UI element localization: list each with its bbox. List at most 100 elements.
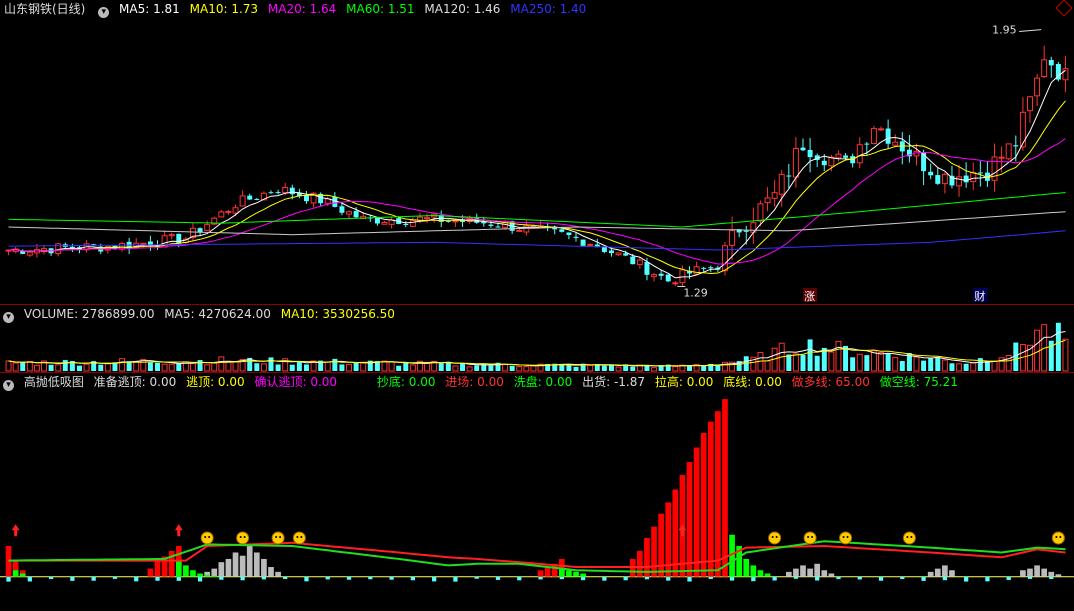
green-bar <box>750 565 757 577</box>
face-icon <box>803 531 817 545</box>
cyan-tick <box>517 576 522 581</box>
green-bar <box>757 570 764 577</box>
candle-body <box>928 171 934 176</box>
volume-bar <box>956 363 963 372</box>
candle-body <box>275 192 281 194</box>
ind-label-9: 底线: 0.00 <box>723 375 782 389</box>
volume-bar <box>33 364 40 372</box>
volume-bar <box>935 357 941 371</box>
negative-bar <box>821 570 828 577</box>
cyan-tick <box>432 576 437 582</box>
volume-legend: ▾ VOLUME: 2786899.00 MA5: 4270624.00 MA1… <box>0 305 401 323</box>
ind-label-2: 逃顶: 0.00 <box>186 375 245 389</box>
candle-body <box>864 143 870 145</box>
candle-body <box>636 259 643 266</box>
candle-body <box>941 173 948 185</box>
cyan-tick <box>538 576 543 580</box>
volume-ma10-label: MA10: 3530256.50 <box>280 307 395 321</box>
red-bar <box>693 447 700 577</box>
volume-bar <box>970 362 977 372</box>
candle-body <box>807 149 813 158</box>
cyan-tick <box>964 576 969 582</box>
negative-bar <box>225 558 232 577</box>
high-arrow <box>1019 29 1042 32</box>
cyan-tick <box>219 576 224 580</box>
candle-body <box>630 256 636 265</box>
volume-bar <box>424 362 431 372</box>
green-bar <box>197 573 203 577</box>
ind-label-6: 洗盘: 0.00 <box>513 375 573 389</box>
candle-body <box>488 224 494 226</box>
ma60-line <box>8 192 1066 228</box>
volume-bar <box>921 360 927 371</box>
candle-body <box>495 226 501 228</box>
cyan-tick <box>283 576 288 580</box>
red-bar <box>537 570 544 577</box>
negative-bar <box>253 552 260 577</box>
cyan-tick <box>389 576 394 580</box>
candle-body <box>835 153 842 159</box>
negative-bar <box>828 573 835 577</box>
face-icon <box>236 531 250 545</box>
candle-body <box>218 211 225 218</box>
candle-body <box>268 192 274 194</box>
collapse-icon[interactable]: ▾ <box>3 312 14 323</box>
negative-bar <box>1055 574 1062 577</box>
cyan-tick <box>368 576 373 580</box>
cyan-tick <box>921 576 926 581</box>
collapse-icon[interactable]: ▾ <box>3 380 14 391</box>
negative-bar <box>814 563 821 577</box>
ind-label-4: 抄底: 0.00 <box>376 375 436 389</box>
volume-bar <box>984 361 990 371</box>
negative-bar <box>949 570 955 577</box>
volume-bar <box>850 357 856 371</box>
candle-body <box>409 219 416 227</box>
cyan-tick <box>878 576 884 581</box>
face-eye <box>771 535 774 538</box>
volume-bar <box>856 353 863 372</box>
candle-body <box>1013 145 1019 147</box>
volume-bar <box>573 366 579 371</box>
buy-arrow-icon <box>11 524 20 537</box>
candle-body <box>580 239 586 246</box>
volume-bar <box>204 364 211 372</box>
candle-body <box>573 236 579 238</box>
collapse-icon[interactable]: ▾ <box>98 7 110 18</box>
green-bar <box>190 570 196 577</box>
candle-body <box>403 223 409 225</box>
negative-bar <box>1048 571 1055 577</box>
volume-bar <box>941 359 948 372</box>
negative-bar <box>218 562 225 577</box>
cyan-tick <box>559 576 564 580</box>
candle-body <box>778 173 785 195</box>
volume-ma5-label: MA5: 4270624.00 <box>164 307 271 321</box>
candle-body <box>1005 143 1012 160</box>
candle-body <box>701 267 707 269</box>
candle-body <box>587 243 594 246</box>
cyan-tick <box>304 576 309 582</box>
volume-bar <box>147 362 153 371</box>
ind-label-1: 准备逃顶: 0.00 <box>93 375 177 389</box>
volume-bar <box>1062 338 1069 372</box>
volume-bar <box>303 364 309 371</box>
volume-bar <box>5 360 12 372</box>
candle-body <box>232 207 239 214</box>
cyan-tick <box>27 576 32 582</box>
volume-bar <box>289 364 295 371</box>
red-bar <box>686 462 693 577</box>
volume-label: VOLUME: 2786899.00 <box>23 307 155 321</box>
negative-bar <box>793 568 799 577</box>
volume-bar <box>133 360 140 372</box>
volume-bar <box>396 365 402 371</box>
volume-bar <box>62 360 68 371</box>
red-bar <box>637 550 643 577</box>
volume-bar <box>516 365 523 372</box>
volume-bar <box>807 339 813 371</box>
negative-bar <box>934 568 941 577</box>
volume-bar <box>1055 322 1061 371</box>
ma10-line <box>8 100 1066 275</box>
red-bar <box>168 550 175 577</box>
volume-bar <box>651 367 658 372</box>
cyan-tick <box>729 576 735 581</box>
candle-body <box>1041 59 1048 78</box>
